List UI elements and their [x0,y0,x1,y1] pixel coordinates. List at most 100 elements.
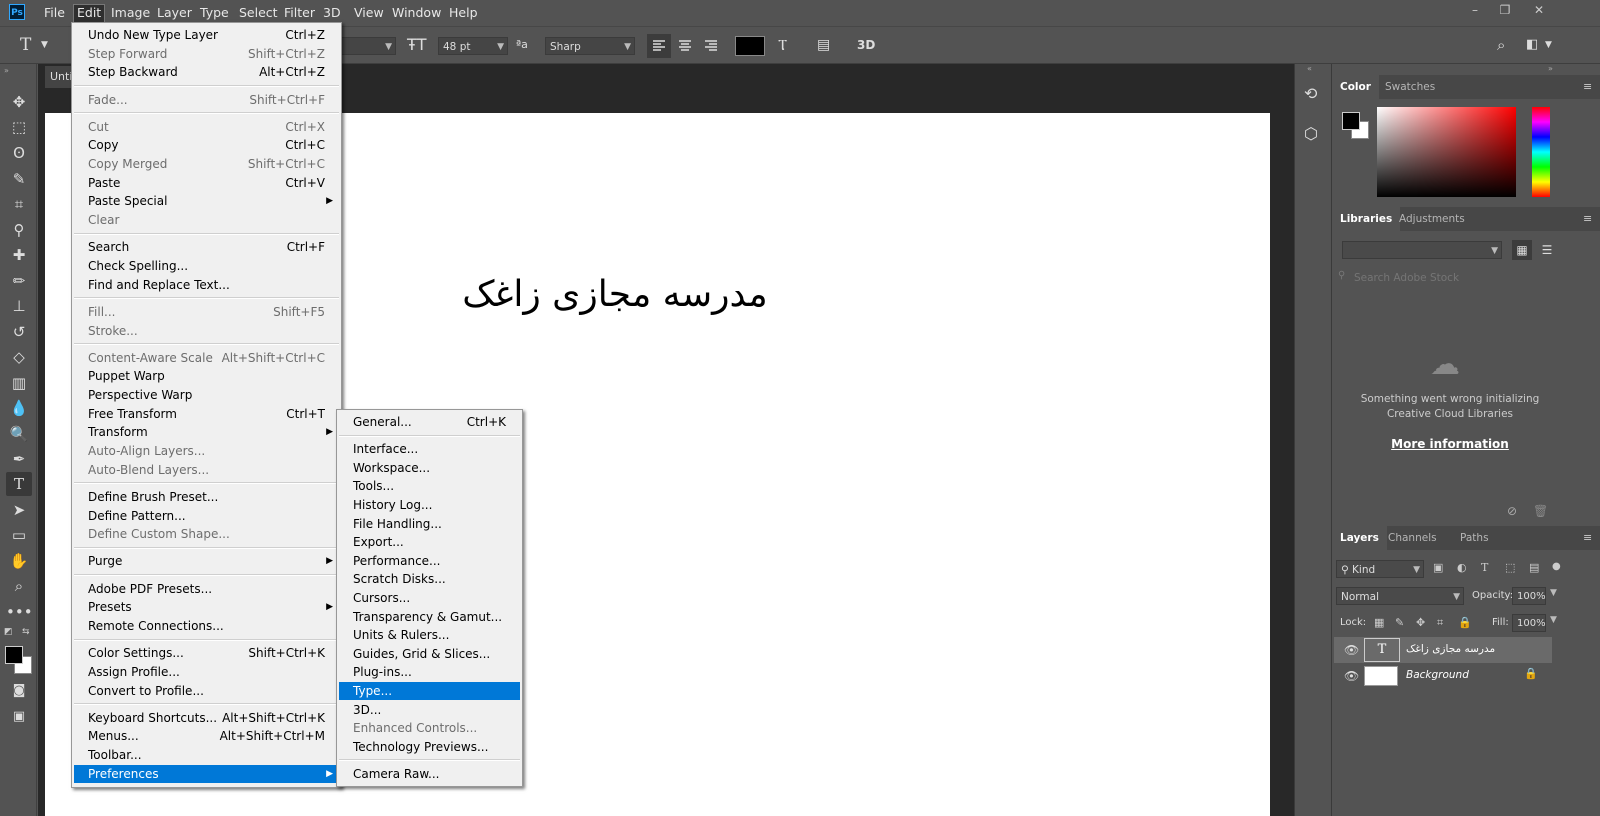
menu-item-free-transform[interactable]: Free Transform Ctrl+T [74,405,339,423]
menu-filter[interactable]: Filter [281,4,318,22]
library-select[interactable]: ▼ [1342,241,1502,259]
swap-colors-icon[interactable]: ⇆ [22,627,30,637]
healing-brush-tool-icon[interactable]: ✚ [6,243,32,267]
menu-item-clear[interactable]: Clear [74,211,339,229]
menu-item-general[interactable]: General... Ctrl+K [339,413,520,431]
pen-tool-icon[interactable]: ✒ [6,447,32,471]
grid-view-icon[interactable]: ▦ [1512,240,1532,260]
cc-sync-icon[interactable]: ⊘ [1507,504,1517,518]
menu-item-transparency-and-gamut[interactable]: Transparency & Gamut... [339,608,520,626]
antialias-select[interactable]: Sharp ▼ [545,37,635,55]
3d-panel-icon[interactable]: ⬡ [1304,124,1318,143]
layer-name[interactable]: Background [1406,669,1469,681]
menu-item-type[interactable]: Type... [339,682,520,700]
menu-item-assign-profile[interactable]: Assign Profile... [74,663,339,681]
menu-item-find-and-replace-text[interactable]: Find and Replace Text... [74,276,339,294]
filter-pixel-icon[interactable]: ▣ [1433,561,1443,574]
menu-item-define-custom-shape[interactable]: Define Custom Shape... [74,525,339,543]
chevron-down-icon[interactable]: ▼ [1550,588,1557,598]
menu-item-interface[interactable]: Interface... [339,440,520,458]
list-view-icon[interactable]: ☰ [1537,240,1557,260]
fill-input[interactable]: 100% [1512,614,1546,632]
menu-item-file-handling[interactable]: File Handling... [339,515,520,533]
tab-paths[interactable]: Paths [1452,526,1497,550]
align-left-button[interactable] [647,34,671,58]
font-style-select[interactable]: ▼ [340,37,396,55]
filter-shape-icon[interactable]: ⬚ [1505,561,1515,574]
path-selection-tool-icon[interactable]: ➤ [6,498,32,522]
chevron-down-icon[interactable]: ▼ [1550,615,1557,625]
menu-item-auto-blend-layers[interactable]: Auto-Blend Layers... [74,461,339,479]
search-icon[interactable]: ⌕ [1497,35,1505,55]
menu-item-toolbar[interactable]: Toolbar... [74,746,339,764]
menu-item-stroke[interactable]: Stroke... [74,322,339,340]
chevron-down-icon[interactable]: ▼ [41,35,48,55]
menu-item-auto-align-layers[interactable]: Auto-Align Layers... [74,442,339,460]
menu-help[interactable]: Help [446,4,481,22]
panel-menu-icon[interactable]: ≡ [1583,212,1592,225]
menu-item-history-log[interactable]: History Log... [339,496,520,514]
menu-item-plug-ins[interactable]: Plug-ins... [339,663,520,681]
collapse-icon[interactable]: » [4,66,9,75]
menu-item-undo-new-type-layer[interactable]: Undo New Type Layer Ctrl+Z [74,26,339,44]
minimize-icon[interactable]: – [1466,3,1484,17]
text-color-swatch[interactable] [735,36,765,56]
lock-pixels-icon[interactable]: ✎ [1395,616,1404,629]
menu-item-step-backward[interactable]: Step Backward Alt+Ctrl+Z [74,63,339,81]
font-size-select[interactable]: 48 pt ▼ [438,37,508,55]
close-icon[interactable]: ✕ [1530,3,1548,17]
clone-stamp-tool-icon[interactable]: ⊥ [6,294,32,318]
menu-edit[interactable]: Edit [73,4,106,24]
crop-tool-icon[interactable]: ⌗ [6,192,32,216]
menu-item-export[interactable]: Export... [339,533,520,551]
menu-type[interactable]: Type [197,4,232,22]
zoom-tool-icon[interactable]: ⌕ [6,574,32,598]
eyedropper-tool-icon[interactable]: ⚲ [6,218,32,242]
menu-item-preferences[interactable]: Preferences ▶ [74,764,339,783]
menu-item-fade[interactable]: Fade... Shift+Ctrl+F [74,91,339,109]
menu-item-puppet-warp[interactable]: Puppet Warp [74,367,339,385]
lock-all-icon[interactable]: 🔒 [1458,616,1472,629]
menu-item-fill[interactable]: Fill... Shift+F5 [74,303,339,321]
eye-icon[interactable]: 👁 [1344,643,1359,657]
menu-item-paste-special[interactable]: Paste Special ▶ [74,192,339,210]
move-tool-icon[interactable]: ✥ [6,90,32,114]
stock-search-input[interactable] [1352,268,1556,288]
menu-item-cut[interactable]: Cut Ctrl+X [74,118,339,136]
3d-button[interactable]: 3D [857,35,875,55]
more-information-link[interactable]: More information [1332,437,1568,451]
filter-smart-object-icon[interactable]: ▤ [1529,561,1539,574]
type-tool-icon[interactable]: T [6,472,32,496]
collapse-icon[interactable]: » [1548,64,1553,73]
menu-item-define-brush-preset[interactable]: Define Brush Preset... [74,488,339,506]
menu-3d[interactable]: 3D [320,4,344,22]
filter-adjustment-icon[interactable]: ◐ [1457,561,1467,574]
menu-item-enhanced-controls[interactable]: Enhanced Controls... [339,719,520,737]
marquee-tool-icon[interactable]: ⬚ [6,115,32,139]
warp-text-icon[interactable]: Ⲧ [778,35,787,55]
hand-tool-icon[interactable]: ✋ [6,549,32,573]
tab-channels[interactable]: Channels [1380,526,1445,550]
menu-item-cursors[interactable]: Cursors... [339,589,520,607]
layer-row[interactable]: 👁 T مدرسه مجازی زاغک [1334,637,1552,663]
menu-file[interactable]: File [41,4,68,22]
eraser-tool-icon[interactable]: ◇ [6,345,32,369]
menu-item-transform[interactable]: Transform ▶ [74,423,339,441]
quick-mask-icon[interactable]: ◙ [6,679,32,703]
menu-item-perspective-warp[interactable]: Perspective Warp [74,386,339,404]
rectangle-tool-icon[interactable]: ▭ [6,523,32,547]
menu-image[interactable]: Image [108,4,153,22]
layer-row[interactable]: 👁 Background 🔒 [1334,663,1552,689]
menu-item-content-aware-scale[interactable]: Content-Aware Scale Alt+Shift+Ctrl+C [74,349,339,367]
menu-window[interactable]: Window [389,4,444,22]
menu-item-3d[interactable]: 3D... [339,701,520,719]
menu-item-keyboard-shortcuts[interactable]: Keyboard Shortcuts... Alt+Shift+Ctrl+K [74,709,339,727]
brush-tool-icon[interactable]: ✏ [6,269,32,293]
character-panel-icon[interactable]: ▤ [817,35,830,55]
menu-item-workspace[interactable]: Workspace... [339,459,520,477]
menu-item-copy-merged[interactable]: Copy Merged Shift+Ctrl+C [74,155,339,173]
menu-layer[interactable]: Layer [154,4,195,22]
menu-item-performance[interactable]: Performance... [339,552,520,570]
menu-item-guides-grid-and-slices[interactable]: Guides, Grid & Slices... [339,645,520,663]
blur-tool-icon[interactable]: 💧 [6,396,32,420]
